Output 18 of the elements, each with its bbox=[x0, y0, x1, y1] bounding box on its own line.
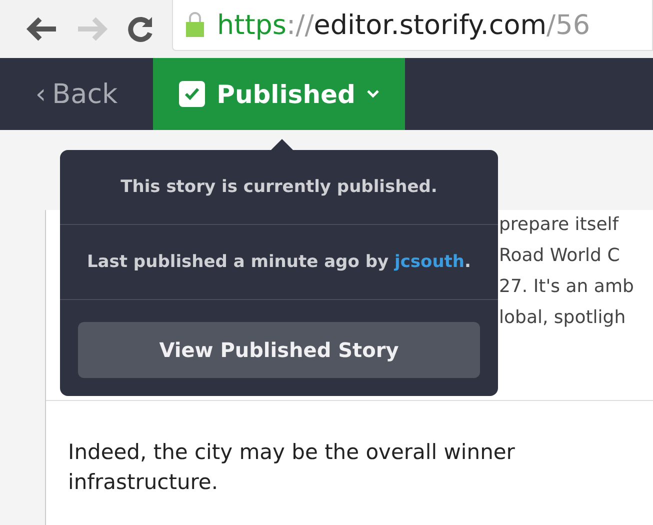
lock-icon bbox=[185, 12, 205, 38]
last-published-text: Last published a minute ago by jcsouth. bbox=[86, 252, 472, 272]
published-button[interactable]: Published bbox=[153, 58, 405, 130]
checkmark-icon bbox=[184, 87, 200, 101]
story-paragraph-line: Indeed, the city may be the overall winner bbox=[68, 439, 516, 466]
address-bar[interactable]: https://editor.storify.com/56 bbox=[172, 0, 653, 51]
chevron-down-icon bbox=[367, 90, 380, 98]
story-paragraph-line: infrastructure. bbox=[68, 469, 220, 496]
author-link[interactable]: jcsouth bbox=[394, 252, 465, 272]
story-text-line: prepare itself bbox=[499, 214, 620, 235]
back-button[interactable]: ‹ Back bbox=[0, 58, 153, 130]
story-text-line: Road World C bbox=[499, 245, 621, 266]
story-text-line: 27. It's an amb bbox=[499, 276, 635, 297]
reload-icon[interactable] bbox=[126, 15, 154, 43]
back-arrow-icon[interactable] bbox=[26, 16, 58, 42]
story-text-line: lobal, spotligh bbox=[499, 307, 627, 328]
status-text: This story is currently published. bbox=[120, 177, 438, 197]
view-published-story-button[interactable]: View Published Story bbox=[78, 322, 480, 378]
